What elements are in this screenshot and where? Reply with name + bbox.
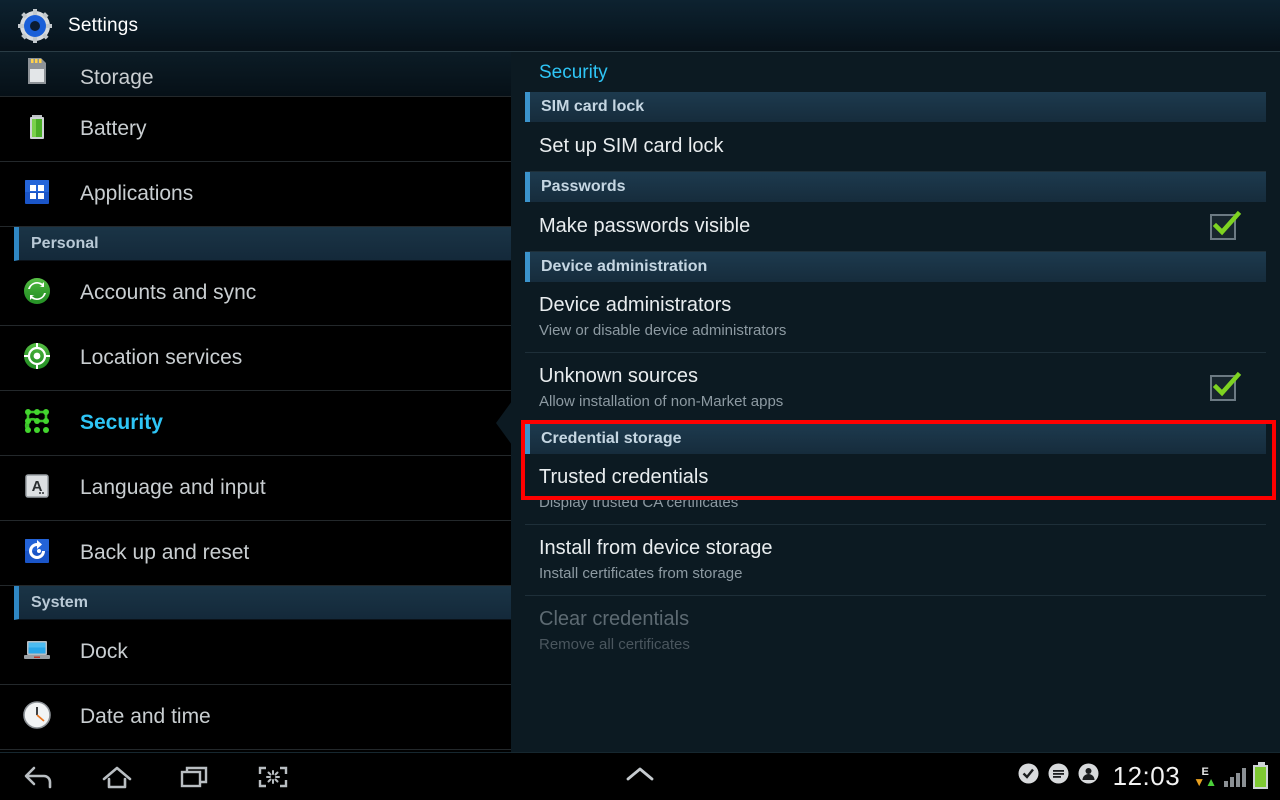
sidebar-item-location-services[interactable]: Location services bbox=[0, 326, 511, 391]
setting-row-set-up-sim-card-lock[interactable]: Set up SIM card lock bbox=[525, 122, 1266, 172]
page-title: Security bbox=[539, 62, 608, 83]
sync-icon bbox=[22, 276, 56, 310]
sidebar-item-dock[interactable]: Dock bbox=[0, 620, 511, 685]
sidebar-item-back-up-and-reset[interactable]: Back up and reset bbox=[0, 521, 511, 586]
svg-text:A: A bbox=[32, 478, 43, 495]
battery-full-icon bbox=[1253, 761, 1268, 789]
sidebar-item-label: Accounts and sync bbox=[80, 281, 257, 304]
checkbox-unknown-sources[interactable] bbox=[1210, 371, 1242, 401]
pattern-lock-icon bbox=[22, 406, 56, 440]
clock-icon bbox=[22, 700, 56, 734]
checkbox-make-passwords-visible[interactable] bbox=[1210, 210, 1242, 240]
checkmark-icon bbox=[1212, 371, 1242, 397]
sidebar-item-label: Battery bbox=[80, 117, 147, 140]
sidebar-item-label: Storage bbox=[80, 66, 154, 89]
setting-row-clear-credentials: Clear credentials Remove all certificate… bbox=[525, 596, 1266, 666]
setting-row-unknown-sources[interactable]: Unknown sources Allow installation of no… bbox=[525, 353, 1266, 424]
sd-card-icon bbox=[22, 56, 56, 90]
sidebar-item-label: Date and time bbox=[80, 705, 211, 728]
setting-row-make-passwords-visible[interactable]: Make passwords visible bbox=[525, 202, 1266, 252]
title-bar: Settings bbox=[0, 0, 1280, 52]
sidebar-item-label: Location services bbox=[80, 346, 243, 369]
setting-title: Set up SIM card lock bbox=[539, 135, 724, 157]
section-header-device-administration: Device administration bbox=[525, 252, 1266, 282]
sidebar-item-accounts-and-sync[interactable]: Accounts and sync bbox=[0, 261, 511, 326]
settings-gear-icon bbox=[18, 8, 52, 43]
backup-restore-icon bbox=[22, 536, 56, 570]
person-bubble-icon bbox=[1077, 763, 1100, 791]
status-bar[interactable]: 12:03 E ▼▲ bbox=[1017, 761, 1268, 792]
home-icon[interactable] bbox=[96, 759, 138, 795]
settings-sidebar[interactable]: Storage Battery Applications Personal Ac… bbox=[0, 52, 511, 752]
setting-row-trusted-credentials[interactable]: Trusted credentials Display trusted CA c… bbox=[525, 454, 1266, 525]
setting-title: Clear credentials bbox=[539, 608, 690, 630]
recent-apps-icon[interactable] bbox=[174, 759, 216, 795]
setting-summary: Remove all certificates bbox=[539, 636, 690, 653]
sidebar-item-applications[interactable]: Applications bbox=[0, 162, 511, 227]
sidebar-item-storage[interactable]: Storage bbox=[0, 52, 511, 97]
setting-title: Unknown sources bbox=[539, 365, 698, 387]
sidebar-item-label: Security bbox=[80, 411, 163, 434]
sidebar-section-system: System bbox=[14, 586, 511, 620]
section-header-credential-storage: Credential storage bbox=[525, 424, 1266, 454]
sidebar-section-personal: Personal bbox=[14, 227, 511, 261]
signal-bars-icon bbox=[1224, 767, 1246, 787]
app-title: Settings bbox=[68, 14, 139, 36]
setting-row-install-from-device-storage[interactable]: Install from device storage Install cert… bbox=[525, 525, 1266, 596]
security-settings-panel: Security SIM card lock Set up SIM card l… bbox=[511, 52, 1280, 752]
battery-icon bbox=[22, 112, 56, 146]
sidebar-item-security[interactable]: Security bbox=[0, 391, 511, 456]
sidebar-item-label: Dock bbox=[80, 640, 128, 663]
sidebar-item-language-and-input[interactable]: A Language and input bbox=[0, 456, 511, 521]
sidebar-item-date-and-time[interactable]: Date and time bbox=[0, 685, 511, 750]
setting-title: Device administrators bbox=[539, 294, 732, 316]
data-transfer-arrows-icon: ▼▲ bbox=[1193, 774, 1217, 789]
section-header-sim-card-lock: SIM card lock bbox=[525, 92, 1266, 122]
applications-icon bbox=[22, 177, 56, 211]
setting-summary: View or disable device administrators bbox=[539, 322, 787, 339]
screenshot-capture-icon[interactable] bbox=[252, 759, 294, 795]
setting-row-device-administrators[interactable]: Device administrators View or disable de… bbox=[525, 282, 1266, 353]
back-icon[interactable] bbox=[18, 759, 60, 795]
setting-title: Install from device storage bbox=[539, 537, 773, 559]
setting-summary: Display trusted CA certificates bbox=[539, 494, 739, 511]
message-bubble-icon bbox=[1047, 763, 1070, 791]
sidebar-item-battery[interactable]: Battery bbox=[0, 97, 511, 162]
sidebar-item-label: Back up and reset bbox=[80, 541, 250, 564]
setting-summary: Allow installation of non-Market apps bbox=[539, 393, 784, 410]
check-bubble-icon bbox=[1017, 763, 1040, 791]
status-clock: 12:03 bbox=[1112, 761, 1181, 791]
sidebar-item-label: Applications bbox=[80, 182, 194, 205]
chevron-up-icon[interactable] bbox=[620, 763, 660, 790]
checkmark-icon bbox=[1212, 210, 1242, 235]
keyboard-a-icon: A bbox=[22, 471, 56, 505]
network-type-indicator: E ▼▲ bbox=[1193, 766, 1217, 789]
setting-title: Trusted credentials bbox=[539, 466, 709, 488]
section-header-passwords: Passwords bbox=[525, 172, 1266, 202]
settings-screen: Settings Storage Battery Applications Pe… bbox=[0, 0, 1280, 800]
setting-summary: Install certificates from storage bbox=[539, 565, 743, 582]
sidebar-item-label: Language and input bbox=[80, 476, 266, 499]
dock-laptop-icon bbox=[22, 635, 56, 669]
system-navigation-bar: 12:03 E ▼▲ bbox=[0, 752, 1280, 800]
location-icon bbox=[22, 341, 56, 375]
setting-title: Make passwords visible bbox=[539, 215, 751, 237]
